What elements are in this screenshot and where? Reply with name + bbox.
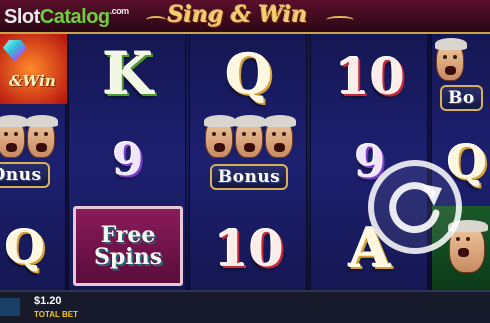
free-spins-line-1: Free bbox=[100, 222, 156, 248]
watermark-part-2: Catalog bbox=[39, 6, 110, 28]
bottom-bar: $1.20 TOTAL BET bbox=[0, 290, 490, 323]
game-screen: SlotCatalog.com Sing & Win &Win Onus Q K bbox=[0, 0, 490, 323]
bonus-label: Bonus bbox=[209, 164, 289, 190]
reel-1-symbol-2: Onus bbox=[0, 106, 67, 200]
reel-2-symbol-2: 9 bbox=[112, 134, 144, 186]
singer-face-icon bbox=[204, 115, 236, 158]
reel-3-symbol-1: Q bbox=[225, 42, 273, 106]
bonus-label: Onus bbox=[0, 162, 50, 188]
bet-indicator bbox=[0, 298, 20, 316]
free-spins-line-2: Spins bbox=[93, 244, 162, 270]
singer-faces-icon bbox=[204, 115, 296, 158]
bonus-label: Bo bbox=[440, 85, 483, 111]
singer-face-icon bbox=[234, 115, 266, 158]
singer-face-icon bbox=[435, 38, 467, 81]
watermark-logo: SlotCatalog.com bbox=[4, 6, 129, 29]
reel-2-symbol-1: K bbox=[102, 40, 154, 108]
singer-faces-icon bbox=[0, 115, 58, 158]
singer-face-icon bbox=[264, 115, 296, 158]
reel-3-symbol-3: 10 bbox=[214, 218, 284, 278]
reel-1-symbol-3: Q bbox=[4, 220, 46, 274]
reel-5: Bo Q bbox=[431, 34, 490, 290]
diamond-icon bbox=[3, 40, 27, 62]
reel-1: &Win Onus Q bbox=[0, 34, 67, 290]
game-logo: Sing & Win bbox=[168, 2, 308, 28]
spin-button[interactable] bbox=[368, 160, 462, 254]
watermark-part-3: .com bbox=[109, 6, 130, 16]
reel-3-symbol-2: Bonus bbox=[190, 104, 308, 204]
reel-1-symbol-1: &Win bbox=[0, 34, 67, 104]
total-bet-label: TOTAL BET bbox=[34, 310, 78, 319]
logo-swirl-left bbox=[146, 16, 166, 24]
reel-4-symbol-1: 10 bbox=[335, 46, 405, 106]
singer-face-icon bbox=[0, 115, 28, 158]
singer-faces-icon bbox=[435, 38, 467, 81]
reel-5-symbol-1: Bo bbox=[432, 34, 490, 118]
reel-grid: &Win Onus Q K 9 Free Spins Q bbox=[0, 34, 490, 290]
reel-2: K 9 Free Spins bbox=[68, 34, 186, 290]
sing-win-logo-symbol: &Win bbox=[9, 72, 56, 90]
singer-face-icon bbox=[26, 115, 58, 158]
logo-swirl-right bbox=[326, 16, 354, 24]
header-banner: SlotCatalog.com Sing & Win bbox=[0, 0, 490, 34]
refresh-icon bbox=[389, 182, 442, 234]
total-bet-value[interactable]: $1.20 bbox=[34, 295, 62, 307]
reel-3: Q Bonus 10 bbox=[189, 34, 307, 290]
watermark-part-1: Slot bbox=[4, 6, 40, 28]
free-spins-symbol: Free Spins bbox=[73, 206, 183, 286]
